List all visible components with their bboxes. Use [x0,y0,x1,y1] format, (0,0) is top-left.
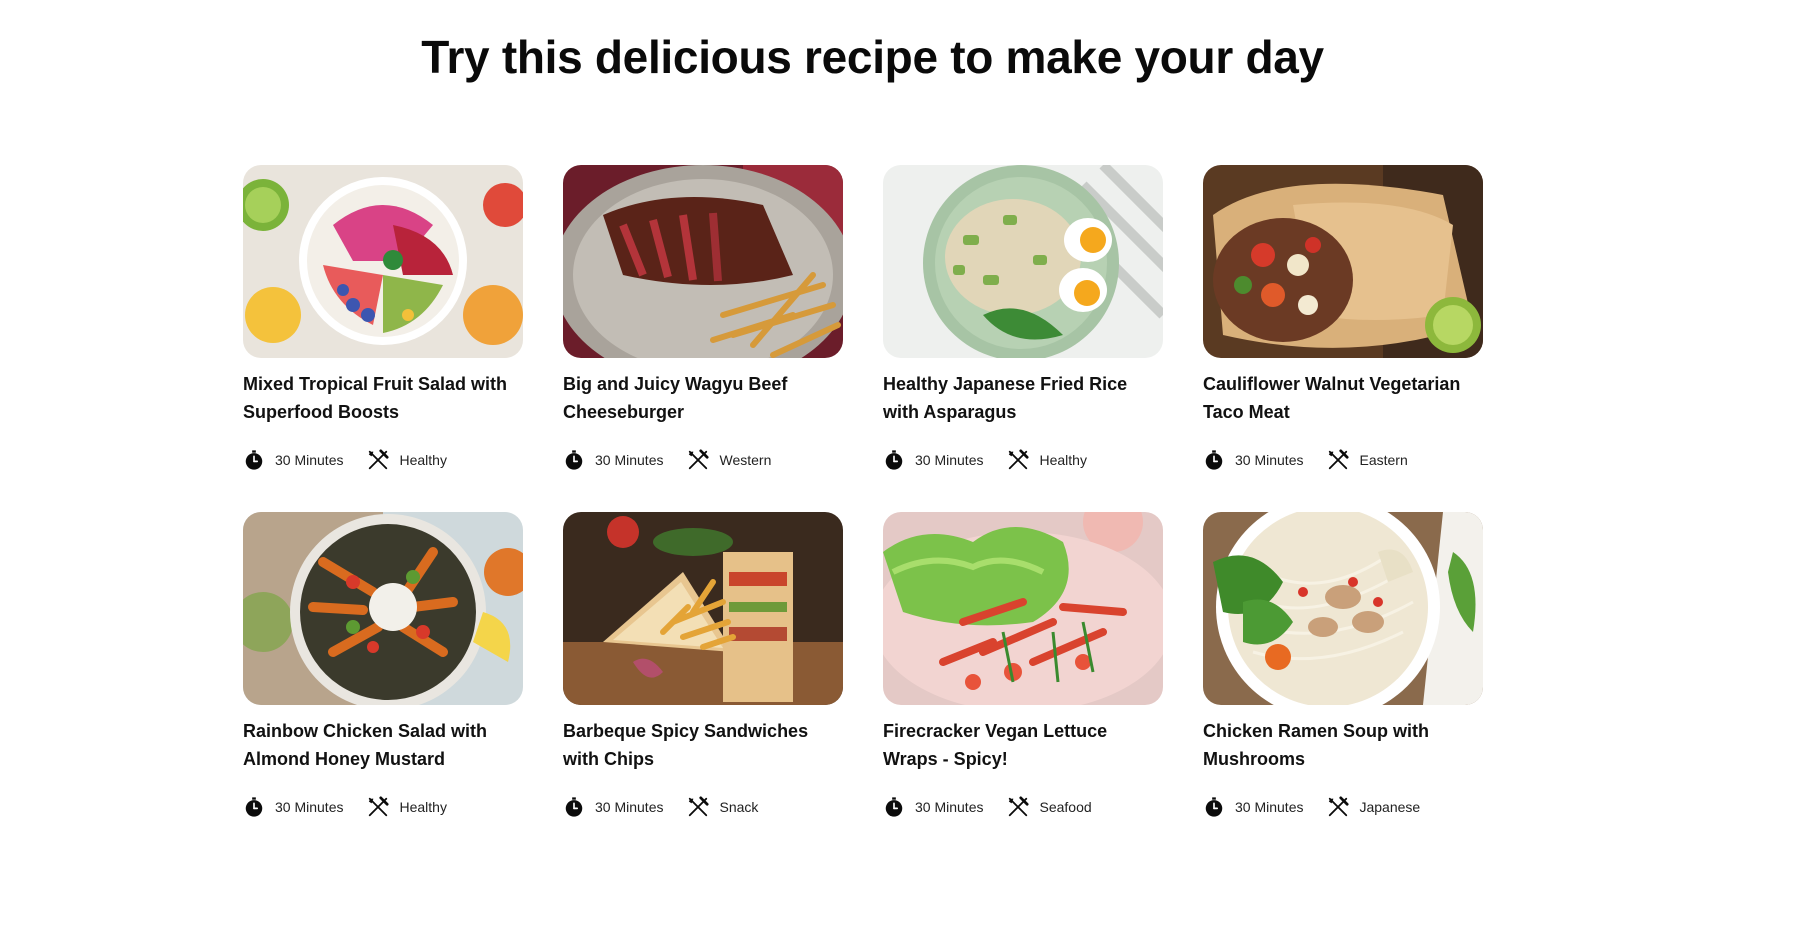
timer-icon [1203,796,1225,818]
recipe-time: 30 Minutes [595,799,664,815]
recipe-time: 30 Minutes [1235,452,1304,468]
recipe-title[interactable]: Firecracker Vegan Lettuce Wraps - Spicy! [883,717,1163,773]
recipe-time: 30 Minutes [915,799,984,815]
recipe-category: Snack [719,799,759,815]
timer-icon [883,796,905,818]
timer-icon [883,449,905,471]
recipe-photo[interactable] [243,165,523,358]
recipe-card[interactable]: Rainbow Chicken Salad with Almond Honey … [243,512,523,819]
recipe-card[interactable]: Chicken Ramen Soup with Mushrooms 30 Min… [1203,512,1483,819]
fork-knife-icon [1007,449,1030,471]
timer-icon [243,796,265,818]
fork-knife-icon [367,796,390,818]
recipe-meta: 30 Minutes Western [563,448,843,472]
recipe-grid: Mixed Tropical Fruit Salad with Superfoo… [243,165,1547,819]
fork-knife-icon [1007,796,1030,818]
recipe-category: Seafood [1039,799,1092,815]
recipe-card[interactable]: Barbeque Spicy Sandwiches with Chips 30 … [563,512,843,819]
recipe-category: Healthy [1039,452,1087,468]
recipe-time: 30 Minutes [1235,799,1304,815]
recipe-photo[interactable] [563,165,843,358]
recipe-category: Healthy [399,452,447,468]
recipe-title[interactable]: Big and Juicy Wagyu Beef Cheeseburger [563,370,843,426]
recipe-time: 30 Minutes [595,452,664,468]
fork-knife-icon [367,449,390,471]
fork-knife-icon [687,796,710,818]
recipe-title[interactable]: Healthy Japanese Fried Rice with Asparag… [883,370,1163,426]
recipe-card[interactable]: Firecracker Vegan Lettuce Wraps - Spicy!… [883,512,1163,819]
recipe-photo[interactable] [883,512,1163,705]
page-title: Try this delicious recipe to make your d… [421,31,1324,83]
recipe-card[interactable]: Cauliflower Walnut Vegetarian Taco Meat … [1203,165,1483,472]
recipe-category: Healthy [399,799,447,815]
recipe-meta: 30 Minutes Healthy [243,448,523,472]
recipe-time: 30 Minutes [275,799,344,815]
recipe-photo[interactable] [243,512,523,705]
recipe-card[interactable]: Big and Juicy Wagyu Beef Cheeseburger 30… [563,165,843,472]
timer-icon [1203,449,1225,471]
recipe-title[interactable]: Rainbow Chicken Salad with Almond Honey … [243,717,523,773]
recipe-category: Eastern [1359,452,1408,468]
recipe-title[interactable]: Mixed Tropical Fruit Salad with Superfoo… [243,370,523,426]
recipe-title[interactable]: Chicken Ramen Soup with Mushrooms [1203,717,1483,773]
timer-icon [563,796,585,818]
fork-knife-icon [1327,796,1350,818]
recipe-card[interactable]: Healthy Japanese Fried Rice with Asparag… [883,165,1163,472]
fork-knife-icon [1327,449,1350,471]
recipe-meta: 30 Minutes Snack [563,795,843,819]
recipe-meta: 30 Minutes Eastern [1203,448,1483,472]
recipe-meta: 30 Minutes Seafood [883,795,1163,819]
recipe-meta: 30 Minutes Japanese [1203,795,1483,819]
recipe-photo[interactable] [563,512,843,705]
timer-icon [243,449,265,471]
recipe-time: 30 Minutes [915,452,984,468]
recipe-meta: 30 Minutes Healthy [883,448,1163,472]
recipe-photo[interactable] [1203,165,1483,358]
recipe-meta: 30 Minutes Healthy [243,795,523,819]
recipe-card[interactable]: Mixed Tropical Fruit Salad with Superfoo… [243,165,523,472]
recipe-category: Japanese [1359,799,1421,815]
recipe-photo[interactable] [883,165,1163,358]
recipe-photo[interactable] [1203,512,1483,705]
recipe-title[interactable]: Cauliflower Walnut Vegetarian Taco Meat [1203,370,1483,426]
recipe-category: Western [719,452,772,468]
recipe-time: 30 Minutes [275,452,344,468]
fork-knife-icon [687,449,710,471]
recipe-title[interactable]: Barbeque Spicy Sandwiches with Chips [563,717,843,773]
timer-icon [563,449,585,471]
